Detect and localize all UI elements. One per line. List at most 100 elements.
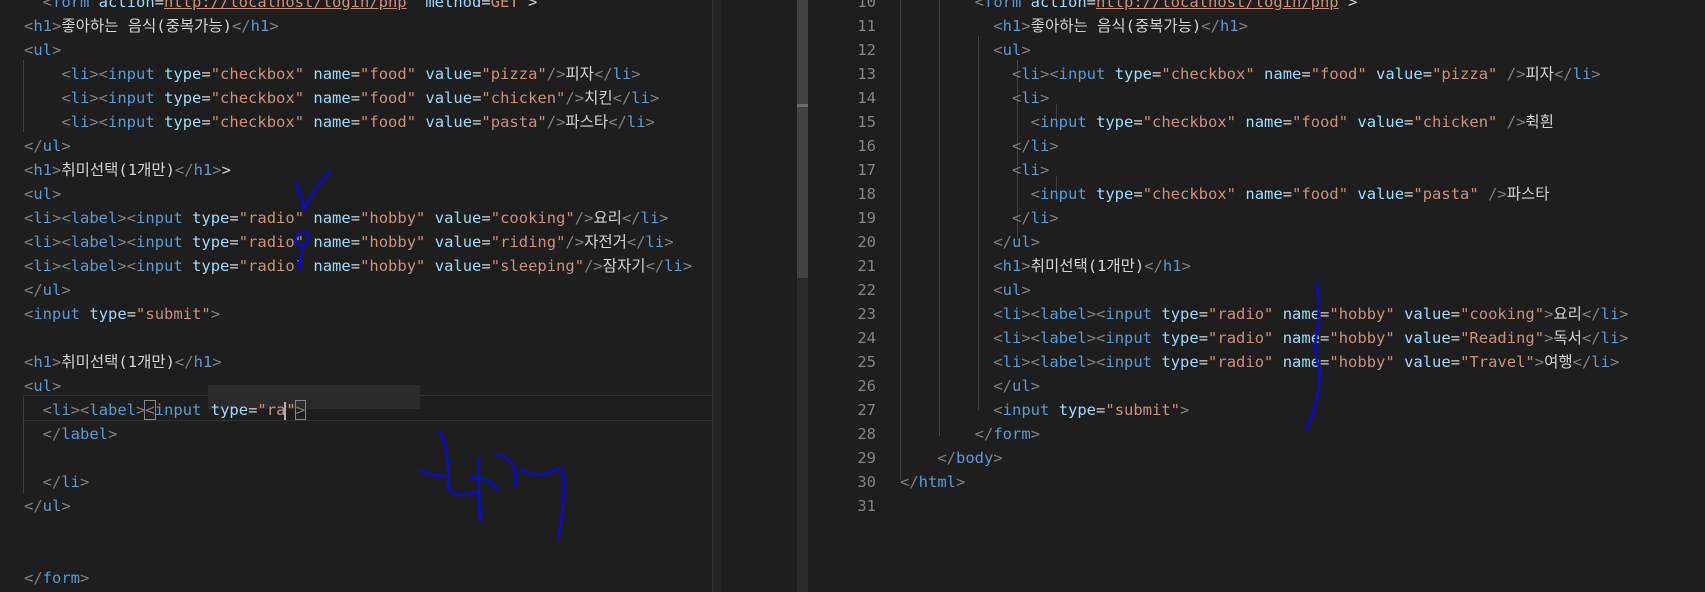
code-line[interactable]: 28 </form> (808, 422, 1705, 446)
code-token: = (481, 209, 491, 227)
code-line[interactable]: 11 <h1>좋아하는 음식(중복가능)</h1> (808, 14, 1705, 38)
code-line[interactable]: <h1>취미선택(1개만)</h1> (0, 350, 712, 374)
code-line[interactable]: 26 </ul> (808, 374, 1705, 398)
code-line[interactable]: </li> (0, 470, 712, 494)
code-text: </form> (900, 422, 1040, 446)
right-editor-pane[interactable]: 10 <form action=http://localhost/login/p… (808, 0, 1705, 592)
code-line[interactable]: <form action=http://localhost/login/php … (0, 0, 712, 14)
code-line[interactable]: 29 </body> (808, 446, 1705, 470)
code-line[interactable]: </ul> (0, 278, 712, 302)
code-token: > (993, 449, 1003, 467)
code-line[interactable]: <input type="submit"> (0, 302, 712, 326)
code-token: > (210, 305, 221, 323)
code-line[interactable]: 12 <ul> (808, 38, 1705, 62)
code-token: > (1021, 257, 1031, 275)
code-token: value (434, 257, 482, 275)
code-token: > (212, 353, 222, 371)
code-line[interactable]: 16 </li> (808, 134, 1705, 158)
code-token: > (80, 473, 90, 491)
line-number: 17 (857, 161, 876, 179)
code-token: li (664, 257, 683, 275)
code-token: = (350, 113, 361, 131)
code-line[interactable]: <li><input type="checkbox" name="food" v… (0, 62, 712, 86)
code-line[interactable] (0, 542, 712, 566)
code-line[interactable]: 14 <li> (808, 86, 1705, 110)
code-line[interactable]: 23 <li><label><input type="radio" name="… (808, 302, 1705, 326)
code-line[interactable]: 31 (808, 494, 1705, 518)
code-token: li (70, 113, 90, 131)
code-token: type (164, 113, 202, 131)
code-token: label (70, 209, 118, 227)
code-token: >< (52, 257, 71, 275)
code-line[interactable]: </ul> (0, 494, 712, 518)
code-token: </ (1011, 137, 1031, 155)
code-line[interactable] (0, 446, 712, 470)
code-token: /> (565, 233, 585, 251)
code-token: ul (42, 137, 62, 155)
code-line[interactable]: 13 <li><input type="checkbox" name="food… (808, 62, 1705, 86)
code-token: type (192, 257, 230, 275)
code-token: name (1245, 113, 1283, 131)
code-line[interactable]: <li><label><input type="radio" name="hob… (0, 230, 712, 254)
code-line[interactable]: 18 <input type="checkbox" name="food" va… (808, 182, 1705, 206)
code-line[interactable]: <li><input type="checkbox" name="food" v… (0, 110, 712, 134)
code-line[interactable]: </ul> (0, 134, 712, 158)
code-token: "checkbox" (1142, 185, 1237, 203)
code-token: </ (1553, 65, 1573, 83)
code-text: <input type="checkbox" name="food" value… (900, 110, 1554, 134)
code-line[interactable]: <li><label><input type="radio" name="hob… (0, 254, 712, 278)
code-line[interactable]: 25 <li><label><input type="radio" name="… (808, 350, 1705, 374)
code-line[interactable]: <li><label><input type="radio" name="hob… (0, 206, 712, 230)
code-line[interactable]: 30 </html> (808, 470, 1705, 494)
code-token: </ (42, 473, 62, 491)
code-line[interactable]: 10 <form action=http://localhost/login/p… (808, 0, 1705, 14)
code-token: ul (33, 185, 53, 203)
code-line[interactable]: <h1>좋아하는 음식(중복가능)</h1> (0, 14, 712, 38)
code-line[interactable]: 19 </li> (808, 206, 1705, 230)
code-line[interactable]: <li><input type="checkbox" name="food" v… (0, 86, 712, 110)
code-token: type (1161, 305, 1199, 323)
code-token: "hobby" (1329, 329, 1395, 347)
code-token: > (645, 113, 655, 131)
code-token: li (70, 89, 90, 107)
code-line[interactable]: </label> (0, 422, 712, 446)
code-line[interactable]: <li><label><input type="ra"> (0, 398, 712, 422)
code-line[interactable]: <ul> (0, 38, 712, 62)
code-line[interactable]: 15 <input type="checkbox" name="food" va… (808, 110, 1705, 134)
code-line[interactable]: <ul> (0, 374, 712, 398)
code-line[interactable]: 20 </ul> (808, 230, 1705, 254)
code-line[interactable] (0, 326, 712, 350)
code-token: > (52, 41, 62, 59)
code-token: "ra (257, 401, 286, 419)
code-line[interactable]: 24 <li><label><input type="radio" name="… (808, 326, 1705, 350)
code-line[interactable]: <ul> (0, 182, 712, 206)
code-line[interactable] (0, 518, 712, 542)
code-token: type (1058, 401, 1097, 419)
left-editor-pane[interactable]: <form action=http://localhost/login/php … (0, 0, 712, 592)
code-token: < (993, 41, 1003, 59)
code-token: < (1011, 161, 1022, 179)
code-line[interactable]: 22 <ul> (808, 278, 1705, 302)
code-token: < (24, 257, 34, 275)
code-line[interactable]: 21 <h1>취미선택(1개만)</h1> (808, 254, 1705, 278)
code-line[interactable]: <h1>취미선택(1개만)</h1>> (0, 158, 712, 182)
editor-split-divider[interactable] (712, 0, 721, 592)
code-token: value (1404, 329, 1451, 347)
code-token: </ (612, 89, 632, 107)
code-line[interactable]: 27 <input type="submit"> (808, 398, 1705, 422)
code-line[interactable]: </form> (0, 566, 712, 590)
code-line[interactable]: 17 <li> (808, 158, 1705, 182)
code-token: = (1198, 305, 1209, 323)
code-text: <li><label><input type="ra"> (24, 398, 307, 422)
code-token: </ (42, 425, 62, 443)
code-token: li (1002, 329, 1022, 347)
code-token: >< (117, 233, 137, 251)
